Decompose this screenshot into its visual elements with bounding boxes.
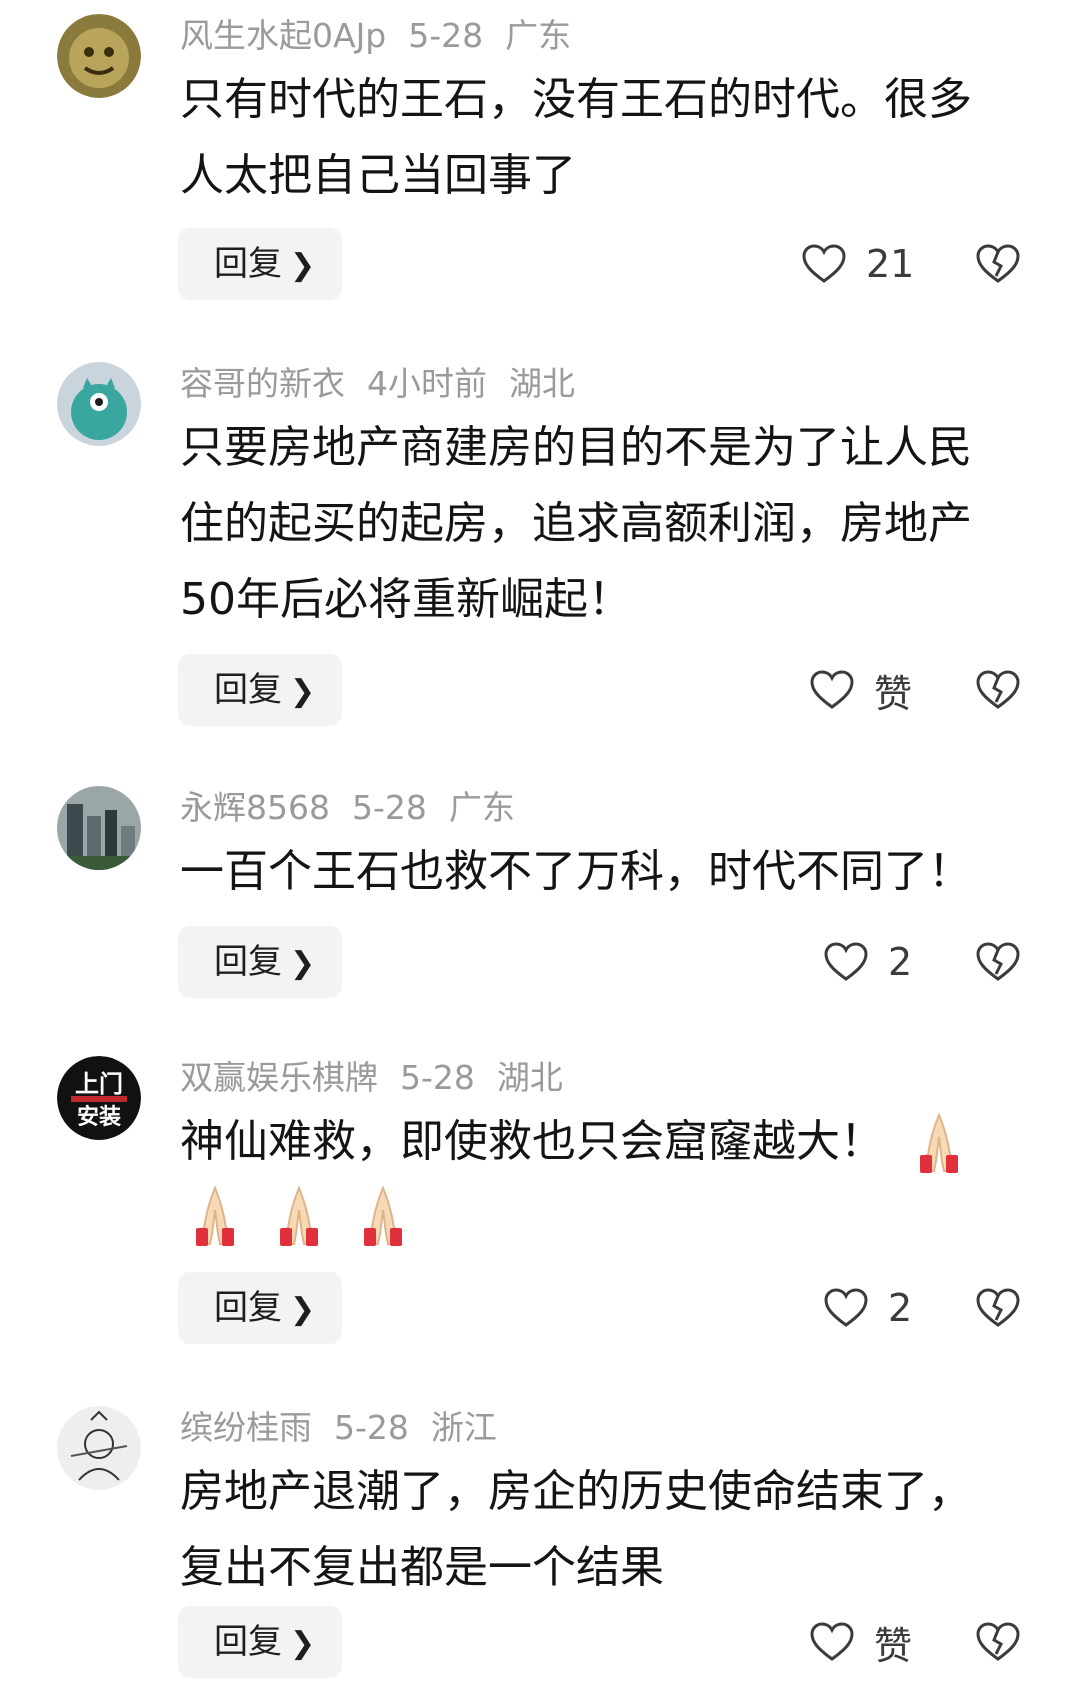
reply-label: 回复: [214, 244, 282, 284]
broken-heart-icon: [976, 1622, 1020, 1661]
broken-heart-icon: [976, 244, 1020, 283]
reply-label: 回复: [214, 942, 282, 982]
reply-label: 回复: [214, 1622, 282, 1662]
avatar[interactable]: [57, 362, 141, 446]
comment-meta: 永辉8568 5-28 广东: [180, 786, 537, 830]
pray-emoji: [920, 1112, 958, 1173]
reply-button[interactable]: 回复 ❯: [178, 228, 342, 300]
chevron-right-icon: ❯: [290, 1626, 316, 1661]
like-button[interactable]: 赞: [810, 654, 912, 726]
comment-text-line: 人太把自己当回事了: [180, 150, 576, 201]
dislike-button[interactable]: [976, 654, 1020, 726]
comment-text: 房地产退潮了，房企的历史使命结束了， 复出不复出都是一个结果: [180, 1454, 1020, 1606]
like-button[interactable]: 赞: [810, 1606, 912, 1678]
dislike-button[interactable]: [976, 228, 1020, 300]
broken-heart-icon: [976, 1288, 1020, 1327]
comment-text: 神仙难救，即使救也只会窟窿越大！: [180, 1104, 1020, 1260]
broken-heart-icon: [976, 670, 1020, 709]
username[interactable]: 永辉8568: [180, 788, 330, 827]
avatar-text-line: 安装: [77, 1104, 121, 1130]
reply-label: 回复: [214, 1288, 282, 1328]
dislike-button[interactable]: [976, 1272, 1020, 1344]
comment-text-line: 神仙难救，即使救也只会窟窿越大！: [180, 1104, 1020, 1180]
reply-label: 回复: [214, 670, 282, 710]
comment-text-line: 一百个王石也救不了万科，时代不同了！: [180, 846, 972, 897]
avatar[interactable]: 上门 安装: [57, 1056, 141, 1140]
like-button[interactable]: 2: [824, 926, 912, 998]
chevron-right-icon: ❯: [290, 674, 316, 709]
heart-outline-icon: [810, 1622, 854, 1661]
heart-outline-icon: [810, 670, 854, 709]
comment-text-line: 住的起买的起房，追求高额利润，房地产: [180, 498, 972, 549]
comment-time: 5-28: [334, 1408, 409, 1447]
like-count: 2: [888, 1286, 913, 1330]
chevron-right-icon: ❯: [290, 248, 316, 283]
pray-emoji: [280, 1185, 318, 1246]
chevron-right-icon: ❯: [290, 1292, 316, 1327]
emoji-row: [180, 1180, 1020, 1260]
comment-text-line: 50年后必将重新崛起！: [180, 574, 632, 625]
dislike-button[interactable]: [976, 926, 1020, 998]
like-button[interactable]: 21: [802, 228, 914, 300]
like-button[interactable]: 2: [824, 1272, 912, 1344]
like-count: 赞: [874, 1623, 913, 1668]
comment-text-segment: 神仙难救，即使救也只会窟窿越大！: [180, 1116, 884, 1167]
avatar-text-line: 上门: [75, 1070, 123, 1098]
comment-location: 湖北: [509, 364, 575, 403]
comment-text-line: 只要房地产商建房的目的不是为了让人民: [180, 422, 972, 473]
reply-button[interactable]: 回复 ❯: [178, 654, 342, 726]
heart-outline-icon: [824, 942, 868, 981]
comment-location: 浙江: [430, 1408, 497, 1447]
username[interactable]: 风生水起0AJp: [180, 16, 386, 55]
username[interactable]: 缤纷桂雨: [180, 1408, 312, 1447]
comment-text: 只要房地产商建房的目的不是为了让人民 住的起买的起房，追求高额利润，房地产 50…: [180, 410, 1020, 638]
heart-outline-icon: [802, 244, 846, 283]
reply-button[interactable]: 回复 ❯: [178, 1272, 342, 1344]
avatar[interactable]: [57, 1406, 141, 1490]
avatar[interactable]: [57, 14, 141, 98]
comment-meta: 容哥的新衣 4小时前 湖北: [180, 362, 597, 406]
like-count: 2: [888, 940, 913, 984]
heart-outline-icon: [824, 1288, 868, 1327]
broken-heart-icon: [976, 942, 1020, 981]
comment-text: 一百个王石也救不了万科，时代不同了！: [180, 834, 1020, 910]
like-count: 21: [866, 242, 915, 286]
username[interactable]: 双赢娱乐棋牌: [180, 1058, 378, 1097]
reply-button[interactable]: 回复 ❯: [178, 1606, 342, 1678]
chevron-right-icon: ❯: [290, 946, 316, 981]
comment-text-line: 只有时代的王石，没有王石的时代。很多: [180, 74, 972, 125]
pray-emoji: [364, 1185, 402, 1246]
comment-text-line: 房地产退潮了，房企的历史使命结束了，: [180, 1466, 972, 1517]
reply-button[interactable]: 回复 ❯: [178, 926, 342, 998]
comment-time: 5-28: [408, 16, 484, 55]
username[interactable]: 容哥的新衣: [180, 364, 345, 403]
comment-meta: 缤纷桂雨 5-28 浙江: [180, 1406, 519, 1450]
comment-text-line: 复出不复出都是一个结果: [180, 1542, 664, 1593]
comment-time: 4小时前: [367, 364, 487, 403]
dislike-button[interactable]: [976, 1606, 1020, 1678]
avatar[interactable]: [57, 786, 141, 870]
like-count: 赞: [874, 671, 913, 716]
comment-text: 只有时代的王石，没有王石的时代。很多 人太把自己当回事了: [180, 62, 1020, 214]
comment-location: 湖北: [496, 1058, 563, 1097]
comment-meta: 风生水起0AJp 5-28 广东: [180, 14, 593, 58]
comment-time: 5-28: [400, 1058, 475, 1097]
comment-meta: 双赢娱乐棋牌 5-28 湖北: [180, 1056, 585, 1100]
comment-time: 5-28: [351, 788, 427, 827]
pray-emoji: [196, 1185, 234, 1246]
comment-location: 广东: [505, 16, 572, 55]
comment-location: 广东: [448, 788, 515, 827]
